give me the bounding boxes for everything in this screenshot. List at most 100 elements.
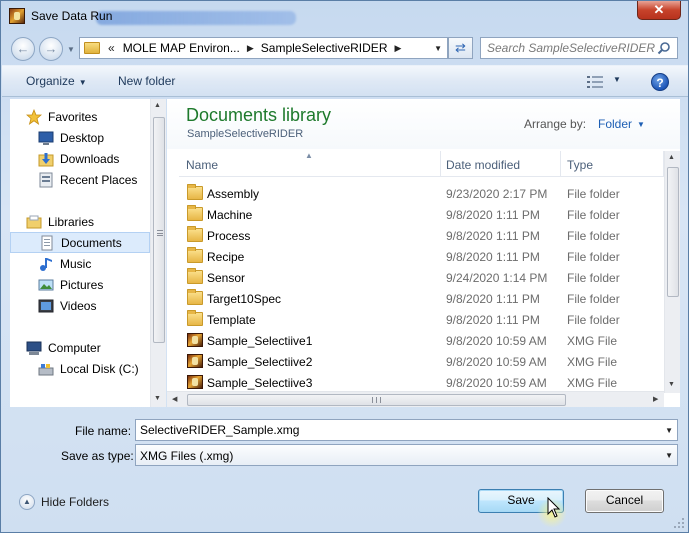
file-name: Template (207, 313, 256, 327)
view-dropdown-icon[interactable]: ▼ (613, 75, 621, 84)
file-row[interactable]: Sample_Selectiive1 9/8/2020 10:59 AM XMG… (179, 330, 664, 351)
scroll-up-icon[interactable]: ▲ (668, 154, 675, 161)
scroll-down-icon[interactable]: ▼ (154, 395, 161, 402)
refresh-icon: ⇄ (455, 40, 466, 55)
recent-locations-dropdown[interactable]: ▼ (67, 45, 75, 54)
file-list-pane: Documents library SampleSelectiveRIDER A… (167, 99, 680, 407)
file-name: Machine (207, 208, 253, 222)
videos-icon (38, 299, 54, 312)
column-type[interactable]: Type (567, 158, 593, 172)
file-row[interactable]: Sensor 9/24/2020 1:14 PM File folder (179, 267, 664, 288)
file-type: File folder (567, 250, 620, 264)
xmg-file-icon (187, 375, 203, 389)
file-name-field[interactable]: ▼ (135, 419, 678, 441)
forward-button[interactable]: → (39, 37, 63, 61)
sidebar-item-label: Local Disk (C:) (60, 361, 139, 376)
back-button[interactable]: ← (11, 37, 35, 61)
library-subtitle[interactable]: SampleSelectiveRIDER (187, 128, 303, 140)
file-row[interactable]: Target10Spec 9/8/2020 1:11 PM File folde… (179, 288, 664, 309)
folder-icon (187, 226, 203, 242)
scroll-left-icon[interactable]: ◀ (172, 395, 177, 403)
horizontal-scrollbar[interactable]: ◀ ▶ (167, 391, 664, 407)
documents-icon (41, 235, 53, 250)
file-row[interactable]: Assembly 9/23/2020 2:17 PM File folder (179, 183, 664, 204)
file-row[interactable]: Sample_Selectiive3 9/8/2020 10:59 AM XMG… (179, 372, 664, 393)
file-type: File folder (567, 208, 620, 222)
scroll-down-icon[interactable]: ▼ (668, 381, 675, 388)
command-bar: Organize ▼ New folder ▼ ? (2, 65, 688, 97)
sidebar-item-documents[interactable]: Documents (10, 232, 150, 253)
title-glow (96, 11, 296, 25)
sidebar-item-computer[interactable]: Computer (26, 337, 166, 358)
column-divider[interactable] (440, 151, 441, 177)
column-divider[interactable] (560, 151, 561, 177)
save-as-type-select[interactable]: XMG Files (.xmg) ▼ (135, 444, 678, 466)
xmg-file-icon (187, 354, 203, 368)
file-name-input[interactable] (140, 422, 650, 438)
organize-label: Organize (26, 74, 75, 88)
file-row[interactable]: Process 9/8/2020 1:11 PM File folder (179, 225, 664, 246)
search-icon[interactable] (657, 41, 671, 55)
address-bar[interactable]: « MOLE MAP Environ... ▶ SampleSelectiveR… (79, 37, 448, 59)
folder-icon (187, 184, 203, 200)
folder-icon (84, 42, 100, 54)
mouse-cursor-icon (547, 497, 561, 518)
hide-folders-toggle[interactable]: ▲ Hide Folders (19, 494, 109, 510)
sidebar-item-label: Downloads (60, 151, 120, 166)
music-icon (40, 257, 52, 271)
search-input[interactable] (487, 38, 657, 58)
save-dialog: Save Data Run ✕ ← → ▼ « MOLE MAP Environ… (0, 0, 689, 533)
sidebar-item-favorites[interactable]: Favorites (26, 106, 166, 127)
file-date: 9/8/2020 10:59 AM (446, 334, 547, 348)
back-arrow-icon: ← (16, 41, 30, 56)
new-folder-button[interactable]: New folder (118, 74, 175, 88)
view-options-icon[interactable] (587, 76, 603, 88)
refresh-button[interactable]: ⇄ (448, 37, 473, 59)
chevron-down-icon[interactable]: ▼ (665, 426, 673, 435)
breadcrumb-segment[interactable]: MOLE MAP Environ... (123, 41, 240, 55)
resize-grip-icon[interactable] (673, 517, 685, 529)
close-button[interactable]: ✕ (637, 1, 681, 20)
scroll-up-icon[interactable]: ▲ (154, 102, 161, 109)
title-bar: Save Data Run ✕ (1, 1, 688, 31)
save-as-type-value: XMG Files (.xmg) (140, 449, 234, 463)
file-row[interactable]: Machine 9/8/2020 1:11 PM File folder (179, 204, 664, 225)
chevron-right-icon[interactable]: ▶ (394, 43, 401, 54)
scrollbar-thumb[interactable] (187, 394, 566, 406)
scrollbar-thumb[interactable] (153, 117, 165, 343)
address-overflow[interactable]: « (108, 41, 115, 55)
scroll-right-icon[interactable]: ▶ (653, 395, 658, 403)
sidebar-item-label: Recent Places (60, 172, 138, 187)
column-header: ▲ Name Date modified Type (179, 151, 664, 177)
file-row[interactable]: Template 9/8/2020 1:11 PM File folder (179, 309, 664, 330)
organize-menu[interactable]: Organize ▼ (26, 74, 87, 88)
file-row[interactable]: Sample_Selectiive2 9/8/2020 10:59 AM XMG… (179, 351, 664, 372)
sidebar-item-label: Desktop (60, 130, 105, 145)
cancel-button[interactable]: Cancel (585, 489, 664, 513)
chevron-down-icon[interactable]: ▼ (637, 120, 645, 129)
sidebar-item-label: Favorites (48, 109, 98, 124)
arrange-by-value[interactable]: Folder (598, 117, 632, 131)
help-icon[interactable]: ? (651, 73, 669, 91)
chevron-down-icon: ▼ (665, 451, 673, 460)
file-type: XMG File (567, 355, 618, 369)
folder-icon (187, 247, 203, 263)
scrollbar-thumb[interactable] (667, 167, 679, 297)
library-title: Documents library (186, 105, 332, 125)
grip-icon (157, 230, 163, 236)
column-name[interactable]: Name (186, 158, 218, 172)
file-date: 9/8/2020 1:11 PM (446, 229, 540, 243)
sidebar-item-label: Videos (60, 298, 97, 313)
chevron-right-icon[interactable]: ▶ (247, 43, 254, 54)
sidebar-scrollbar[interactable]: ▲ ▼ (150, 99, 166, 407)
sidebar-item-libraries[interactable]: Libraries (26, 211, 166, 232)
address-dropdown-icon[interactable]: ▼ (434, 44, 442, 53)
search-box[interactable] (480, 37, 678, 59)
library-header: Documents library SampleSelectiveRIDER A… (167, 99, 680, 149)
file-type: XMG File (567, 376, 618, 390)
file-row[interactable]: Recipe 9/8/2020 1:11 PM File folder (179, 246, 664, 267)
column-date-modified[interactable]: Date modified (446, 158, 520, 172)
file-type: File folder (567, 271, 620, 285)
breadcrumb-segment[interactable]: SampleSelectiveRIDER (261, 41, 388, 55)
vertical-scrollbar[interactable]: ▲ ▼ (664, 151, 680, 393)
